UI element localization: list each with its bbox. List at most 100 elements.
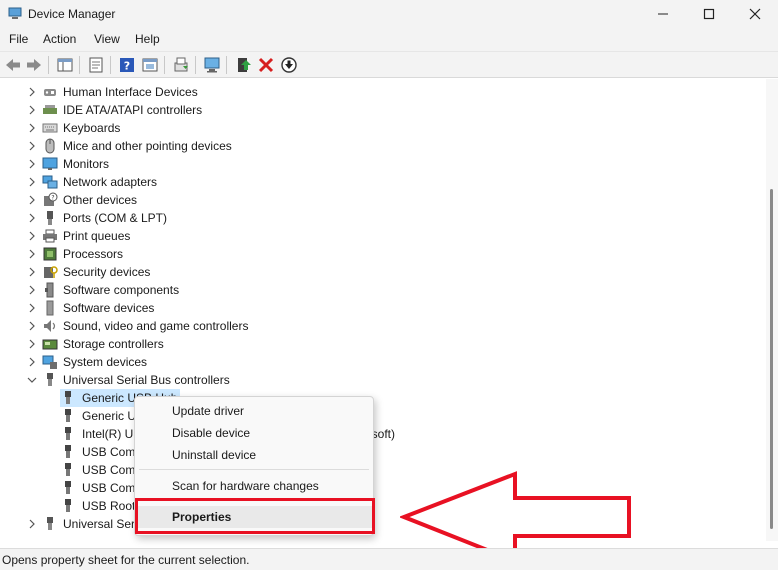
tree-item-print-queues[interactable]: Print queues bbox=[26, 227, 426, 245]
chevron-right-icon[interactable] bbox=[26, 140, 38, 152]
toolbar: ? bbox=[0, 52, 778, 78]
export-list-icon[interactable] bbox=[171, 55, 191, 75]
tree-item-label: Mice and other pointing devices bbox=[63, 139, 232, 153]
menu-file[interactable]: File bbox=[9, 32, 28, 46]
tree-item-software-components[interactable]: Software components bbox=[26, 281, 426, 299]
processor-icon bbox=[43, 247, 57, 261]
tree-item-label: Print queues bbox=[63, 229, 131, 243]
forward-icon[interactable] bbox=[24, 55, 44, 75]
svg-text:?: ? bbox=[124, 60, 130, 73]
tree-item-label: Universal Serial Bus controllers bbox=[63, 373, 230, 387]
tree-item-other-devices[interactable]: ? Other devices bbox=[26, 191, 426, 209]
show-hide-console-tree-icon[interactable] bbox=[55, 55, 75, 75]
tree-item-label: Monitors bbox=[63, 157, 110, 171]
chevron-right-icon[interactable] bbox=[26, 284, 38, 296]
printer-icon bbox=[43, 229, 57, 243]
scrollbar-thumb[interactable] bbox=[770, 189, 773, 529]
menu-help[interactable]: Help bbox=[135, 32, 160, 46]
chevron-right-icon[interactable] bbox=[26, 194, 38, 206]
tree-item-label: Human Interface Devices bbox=[63, 85, 198, 99]
tree-item-label: Other devices bbox=[63, 193, 138, 207]
minimize-button[interactable] bbox=[640, 0, 686, 28]
back-icon[interactable] bbox=[3, 55, 23, 75]
ide-controller-icon bbox=[43, 105, 57, 114]
context-menu-uninstall-device[interactable]: Uninstall device bbox=[135, 444, 373, 466]
maximize-icon bbox=[703, 8, 715, 20]
close-icon bbox=[749, 8, 761, 20]
tree-item-label: Universal Seri bbox=[63, 517, 138, 531]
tree-item-label: Keyboards bbox=[63, 121, 121, 135]
tree-item-label: Security devices bbox=[63, 265, 151, 279]
disable-device-icon[interactable] bbox=[279, 55, 299, 75]
scan-hardware-icon[interactable] bbox=[202, 55, 222, 75]
chevron-right-icon[interactable] bbox=[26, 518, 38, 530]
menu-separator bbox=[139, 469, 369, 470]
tree-item-keyboards[interactable]: Keyboards bbox=[26, 119, 426, 137]
other-devices-icon: ? bbox=[44, 192, 58, 206]
chevron-right-icon[interactable] bbox=[26, 176, 38, 188]
tree-item-system-devices[interactable]: System devices bbox=[26, 353, 426, 371]
chevron-right-icon[interactable] bbox=[26, 320, 38, 332]
device-manager-icon bbox=[8, 7, 22, 19]
software-component-icon bbox=[45, 282, 54, 298]
tree-item-label: Processors bbox=[63, 247, 124, 261]
usb-plug-icon bbox=[65, 445, 71, 458]
maximize-button[interactable] bbox=[686, 0, 732, 28]
usb-plug-icon bbox=[65, 463, 71, 476]
properties-icon[interactable] bbox=[86, 55, 106, 75]
vertical-scrollbar[interactable] bbox=[766, 79, 778, 541]
chevron-right-icon[interactable] bbox=[26, 158, 38, 170]
menu-view[interactable]: View bbox=[94, 32, 120, 46]
chevron-right-icon[interactable] bbox=[26, 356, 38, 368]
chevron-right-icon[interactable] bbox=[26, 86, 38, 98]
software-device-icon bbox=[46, 300, 54, 316]
tree-item-human-interface-devices[interactable]: Human Interface Devices bbox=[26, 83, 426, 101]
title-bar: Device Manager bbox=[0, 0, 778, 28]
minimize-icon bbox=[658, 13, 668, 15]
tree-item-ide-controllers[interactable]: IDE ATA/ATAPI controllers bbox=[26, 101, 426, 119]
update-driver-icon[interactable] bbox=[233, 55, 253, 75]
tree-item-security-devices[interactable]: Security devices bbox=[26, 263, 426, 281]
chevron-right-icon[interactable] bbox=[26, 302, 38, 314]
close-button[interactable] bbox=[732, 0, 778, 28]
tree-item-mice[interactable]: Mice and other pointing devices bbox=[26, 137, 426, 155]
menu-bar: File Action View Help bbox=[0, 28, 778, 52]
chevron-right-icon[interactable] bbox=[26, 266, 38, 278]
tree-item-network-adapters[interactable]: Network adapters bbox=[26, 173, 426, 191]
tree-item-storage-controllers[interactable]: Storage controllers bbox=[26, 335, 426, 353]
toolbar-separator bbox=[226, 56, 227, 74]
chevron-right-icon[interactable] bbox=[26, 104, 38, 116]
context-menu-disable-device[interactable]: Disable device bbox=[135, 422, 373, 444]
monitor-icon bbox=[42, 157, 58, 170]
chevron-down-icon[interactable] bbox=[26, 374, 38, 386]
security-device-icon bbox=[44, 266, 58, 278]
help-icon[interactable]: ? bbox=[117, 55, 137, 75]
tree-item-label: IDE ATA/ATAPI controllers bbox=[63, 103, 203, 117]
system-device-icon bbox=[42, 355, 57, 369]
refresh-view-icon[interactable] bbox=[140, 55, 160, 75]
context-menu-update-driver[interactable]: Update driver bbox=[135, 400, 373, 422]
menu-action[interactable]: Action bbox=[43, 32, 76, 46]
chevron-right-icon[interactable] bbox=[26, 212, 38, 224]
tree-item-software-devices[interactable]: Software devices bbox=[26, 299, 426, 317]
tree-item-label: Storage controllers bbox=[63, 337, 164, 351]
tree-item-sound-video[interactable]: Sound, video and game controllers bbox=[26, 317, 426, 335]
usb-icon bbox=[47, 517, 53, 530]
annotation-highlight-box bbox=[135, 498, 375, 534]
tree-item-monitors[interactable]: Monitors bbox=[26, 155, 426, 173]
chevron-right-icon[interactable] bbox=[26, 122, 38, 134]
chevron-right-icon[interactable] bbox=[26, 230, 38, 242]
tree-item-usb-controllers[interactable]: Universal Serial Bus controllers bbox=[26, 371, 426, 389]
device-tree[interactable]: Human Interface Devices IDE ATA/ATAPI co… bbox=[0, 79, 766, 541]
mouse-icon bbox=[45, 138, 55, 154]
tree-item-ports[interactable]: Ports (COM & LPT) bbox=[26, 209, 426, 227]
uninstall-device-icon[interactable] bbox=[256, 55, 276, 75]
chevron-right-icon[interactable] bbox=[26, 248, 38, 260]
menu-item-label: Scan for hardware changes bbox=[172, 479, 319, 493]
context-menu-scan-hardware[interactable]: Scan for hardware changes bbox=[135, 475, 373, 497]
tree-item-label: USB Root bbox=[82, 499, 136, 513]
tree-item-processors[interactable]: Processors bbox=[26, 245, 426, 263]
usb-plug-icon bbox=[65, 391, 71, 404]
keyboard-icon bbox=[42, 123, 58, 133]
chevron-right-icon[interactable] bbox=[26, 338, 38, 350]
